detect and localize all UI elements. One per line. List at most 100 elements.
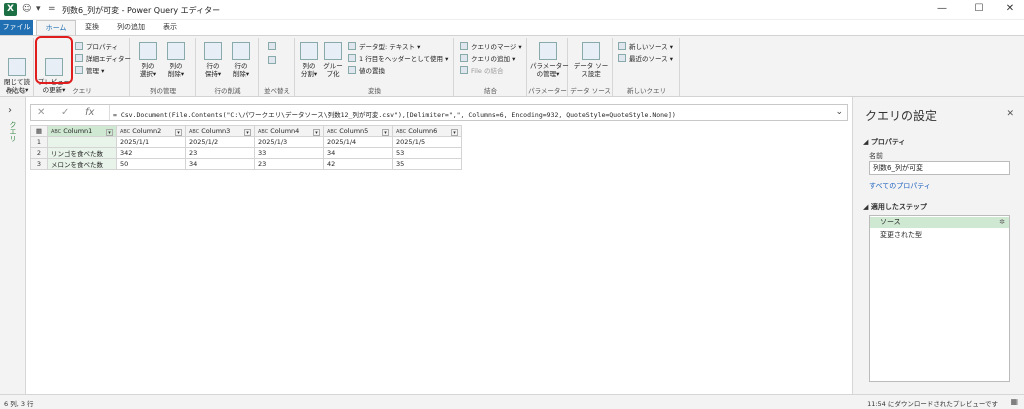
- tab-home[interactable]: ホーム: [36, 20, 76, 35]
- all-properties-link[interactable]: すべてのプロパティ: [869, 181, 931, 191]
- name-label: 名前: [869, 152, 883, 160]
- manage-button[interactable]: 管理 ▾: [75, 66, 104, 76]
- table-cell[interactable]: 34: [323, 147, 393, 159]
- row-number[interactable]: 3: [30, 158, 48, 170]
- formula-expand-icon[interactable]: ⌄: [835, 107, 843, 117]
- step-item-source[interactable]: ソース ✲: [870, 217, 1009, 228]
- row-number[interactable]: 1: [30, 136, 48, 148]
- text-type-icon[interactable]: ABC: [258, 129, 268, 135]
- table-cell[interactable]: 2025/1/2: [185, 136, 255, 148]
- column-header-4[interactable]: ABC Column4 ▾: [254, 125, 324, 137]
- replace-icon: [348, 66, 356, 74]
- filter-dropdown-icon[interactable]: ▾: [451, 128, 458, 136]
- maximize-button[interactable]: ☐: [972, 3, 986, 14]
- table-cell[interactable]: 2025/1/1: [116, 136, 186, 148]
- recent-sources-button[interactable]: 最近のソース ▾: [618, 54, 673, 64]
- table-cell[interactable]: [47, 136, 117, 148]
- row-number[interactable]: 2: [30, 147, 48, 159]
- combine-files-button[interactable]: File の結合: [460, 66, 503, 76]
- table-cell[interactable]: 23: [254, 158, 324, 170]
- table-cell[interactable]: 342: [116, 147, 186, 159]
- group-sort: 並べ替え: [260, 38, 295, 96]
- sort-ascending-button[interactable]: [268, 42, 279, 52]
- group-new-query: 新しいソース ▾ 最近のソース ▾ 新しいクエリ: [614, 38, 680, 96]
- minimize-button[interactable]: —: [935, 3, 949, 14]
- table-cell[interactable]: 50: [116, 158, 186, 170]
- column-header-3[interactable]: ABC Column3 ▾: [185, 125, 255, 137]
- tab-transform[interactable]: 変換: [78, 20, 106, 35]
- smiley-icon[interactable]: ☺: [22, 4, 31, 14]
- fx-icon[interactable]: fx: [85, 107, 94, 118]
- text-type-icon[interactable]: ABC: [396, 129, 406, 135]
- view-toggle-icon[interactable]: ▦: [1010, 397, 1018, 406]
- column-header-5[interactable]: ABC Column5 ▾: [323, 125, 393, 137]
- split-column-button[interactable]: 列の 分割▾: [298, 42, 320, 78]
- table-cell[interactable]: リンゴを食べた数: [47, 147, 117, 159]
- keep-rows-button[interactable]: 行の 保持▾: [200, 42, 226, 78]
- table-cell[interactable]: 23: [185, 147, 255, 159]
- data-source-settings-button[interactable]: データ ソー ス設定: [573, 42, 609, 78]
- data-type-dropdown[interactable]: データ型: テキスト ▾: [348, 42, 420, 52]
- text-type-icon[interactable]: ABC: [51, 129, 61, 135]
- table-menu-icon[interactable]: ▦: [30, 125, 48, 137]
- manage-parameters-button[interactable]: パラメーター の管理▾: [530, 42, 569, 78]
- combine-files-icon: [460, 66, 468, 74]
- filter-dropdown-icon[interactable]: ▾: [106, 128, 113, 136]
- queries-pane-label[interactable]: クエリ: [8, 121, 18, 142]
- close-window-button[interactable]: ✕: [1003, 3, 1017, 14]
- filter-dropdown-icon[interactable]: ▾: [175, 128, 182, 136]
- new-source-button[interactable]: 新しいソース ▾: [618, 42, 673, 52]
- text-type-icon[interactable]: ABC: [120, 129, 130, 135]
- filter-dropdown-icon[interactable]: ▾: [244, 128, 251, 136]
- group-reduce-rows: 行の 保持▾ 行の 削除▾ 行の削減: [197, 38, 259, 96]
- advanced-editor-icon: [75, 54, 83, 62]
- remove-columns-button[interactable]: 列の 削除▾: [163, 42, 189, 78]
- filter-dropdown-icon[interactable]: ▾: [382, 128, 389, 136]
- remove-rows-button[interactable]: 行の 削除▾: [228, 42, 254, 78]
- column-header-2[interactable]: ABC Column2 ▾: [116, 125, 186, 137]
- text-type-icon[interactable]: ABC: [327, 129, 337, 135]
- filter-dropdown-icon[interactable]: ▾: [313, 128, 320, 136]
- query-name-field[interactable]: 列数6_列が可変: [869, 161, 1010, 175]
- advanced-editor-button[interactable]: 詳細エディター: [75, 54, 131, 64]
- tab-file[interactable]: ファイル: [0, 20, 33, 35]
- use-first-row-header-button[interactable]: 1 行目をヘッダーとして使用 ▾: [348, 54, 448, 64]
- append-queries-button[interactable]: クエリの追加 ▾: [460, 54, 515, 64]
- table-cell[interactable]: 2025/1/4: [323, 136, 393, 148]
- table-cell[interactable]: メロンを食べた数: [47, 158, 117, 170]
- group-label-close: 閉じる: [6, 87, 27, 95]
- tab-add-column[interactable]: 列の追加: [110, 20, 152, 35]
- column-header-6[interactable]: ABC Column6 ▾: [392, 125, 462, 137]
- formula-input[interactable]: = Csv.Document(File.Contents("C:\パワークエリ\…: [113, 109, 676, 119]
- choose-columns-button[interactable]: 列の 選択▾: [135, 42, 161, 78]
- gear-icon[interactable]: ✲: [999, 217, 1005, 228]
- group-label-reduce-rows: 行の削減: [214, 87, 241, 95]
- step-item-changed-type[interactable]: 変更された型: [870, 230, 1009, 241]
- parameters-icon: [539, 42, 557, 60]
- applied-steps-header[interactable]: ◢ 適用したステップ: [863, 202, 927, 212]
- table-cell[interactable]: 33: [254, 147, 324, 159]
- expand-chevron-icon[interactable]: ›: [8, 105, 12, 116]
- table-cell[interactable]: 42: [323, 158, 393, 170]
- cancel-icon[interactable]: ✕: [37, 107, 45, 118]
- table-cell[interactable]: 35: [392, 158, 462, 170]
- preview-timestamp: 11:54 にダウンロードされたプレビューです: [867, 400, 998, 408]
- table-cell[interactable]: 53: [392, 147, 462, 159]
- table-cell[interactable]: 2025/1/3: [254, 136, 324, 148]
- group-by-button[interactable]: グルー プ化: [322, 42, 344, 78]
- replace-values-button[interactable]: 値の置換: [348, 66, 385, 76]
- column-header-1[interactable]: ABC Column1 ▾: [47, 125, 117, 137]
- commit-icon[interactable]: ✓: [61, 107, 69, 118]
- equals-icon: =: [48, 4, 56, 14]
- table-cell[interactable]: 34: [185, 158, 255, 170]
- text-type-icon[interactable]: ABC: [189, 129, 199, 135]
- quick-access-dropdown-icon[interactable]: ▾: [36, 4, 41, 14]
- split-column-icon: [300, 42, 318, 60]
- merge-queries-button[interactable]: クエリのマージ ▾: [460, 42, 522, 52]
- properties-button[interactable]: プロパティ: [75, 42, 118, 52]
- close-icon[interactable]: ✕: [1006, 109, 1014, 119]
- table-cell[interactable]: 2025/1/5: [392, 136, 462, 148]
- tab-view[interactable]: 表示: [156, 20, 184, 35]
- properties-section-header[interactable]: ◢ プロパティ: [863, 137, 905, 147]
- sort-descending-button[interactable]: [268, 56, 279, 66]
